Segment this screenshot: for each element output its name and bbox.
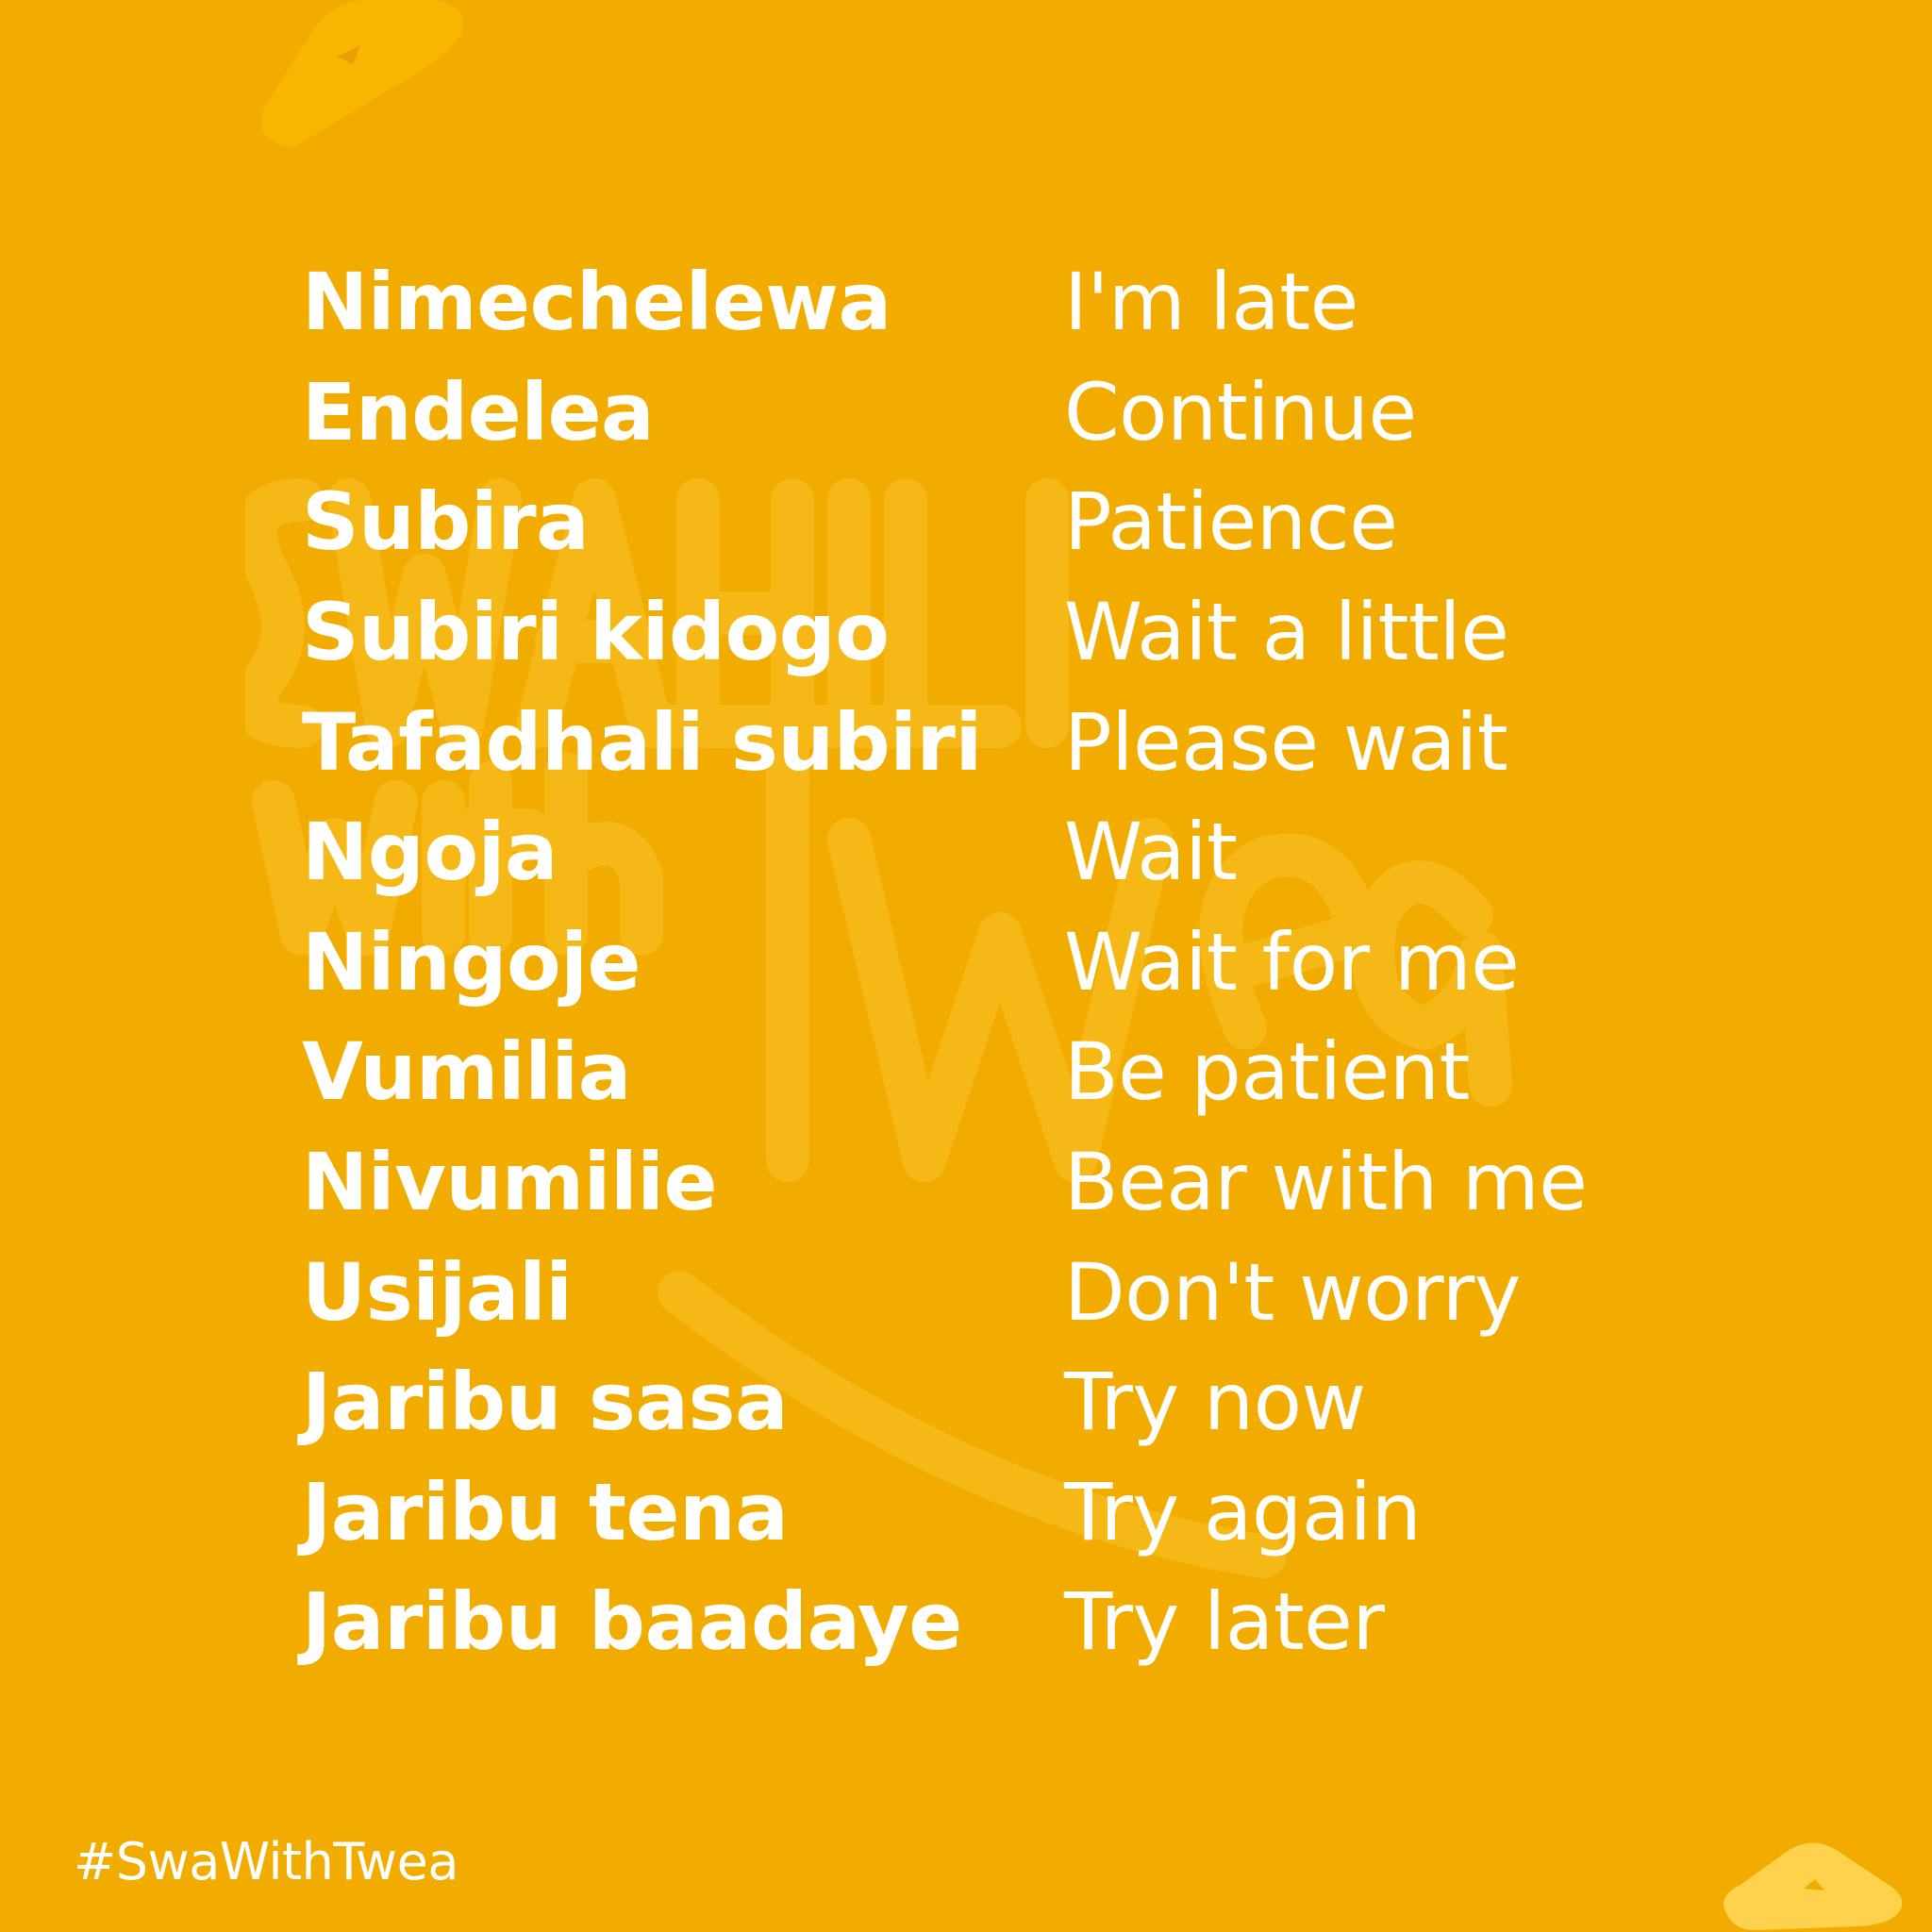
swahili-phrase: Vumilia <box>302 1025 631 1119</box>
swahili-phrase: Usijali <box>302 1245 573 1339</box>
vocab-row: Subira Patience <box>302 467 1717 577</box>
english-translation: Try again <box>1064 1465 1422 1558</box>
flashcard-canvas: Nimechelewa I'm late Endelea Continue Su… <box>0 0 1932 1932</box>
vocab-row: Ningoje Wait for me <box>302 908 1717 1018</box>
corner-decoration-top-icon <box>260 0 464 147</box>
english-translation: Wait <box>1064 806 1238 899</box>
vocab-row: Endelea Continue <box>302 358 1717 468</box>
english-translation: Don't worry <box>1064 1245 1521 1339</box>
swahili-phrase: Nimechelewa <box>302 256 891 349</box>
vocab-row: Jaribu baadaye Try later <box>302 1567 1717 1677</box>
swahili-phrase: Jaribu tena <box>302 1465 789 1558</box>
vocab-row: Vumilia Be patient <box>302 1017 1717 1127</box>
english-translation: Be patient <box>1064 1025 1470 1119</box>
corner-decoration-bottom-icon <box>1724 1842 1903 1930</box>
english-translation: Wait a little <box>1064 586 1509 679</box>
english-translation: Wait for me <box>1064 915 1520 1008</box>
english-translation: Try now <box>1064 1356 1366 1449</box>
swahili-phrase: Jaribu baadaye <box>302 1575 962 1669</box>
swahili-phrase: Tafadhali subiri <box>302 695 982 789</box>
hashtag-label: #SwaWithTwea <box>74 1832 458 1891</box>
english-translation: Patience <box>1064 475 1398 569</box>
swahili-phrase: Ngoja <box>302 806 558 899</box>
vocab-row: Tafadhali subiri Please wait <box>302 687 1717 797</box>
vocabulary-list: Nimechelewa I'm late Endelea Continue Su… <box>302 247 1717 1677</box>
swahili-phrase: Nivumilie <box>302 1136 718 1229</box>
swahili-phrase: Subiri kidogo <box>302 586 890 679</box>
vocab-row: Ngoja Wait <box>302 797 1717 908</box>
vocab-row: Jaribu sasa Try now <box>302 1347 1717 1457</box>
english-translation: Try later <box>1064 1575 1385 1669</box>
swahili-phrase: Endelea <box>302 365 655 458</box>
vocab-row: Usijali Don't worry <box>302 1237 1717 1347</box>
english-translation: I'm late <box>1064 256 1358 349</box>
swahili-phrase: Jaribu sasa <box>302 1356 789 1449</box>
english-translation: Please wait <box>1064 695 1508 789</box>
english-translation: Continue <box>1064 365 1417 458</box>
vocab-row: Jaribu tena Try again <box>302 1457 1717 1568</box>
vocab-row: Nivumilie Bear with me <box>302 1127 1717 1238</box>
vocab-row: Subiri kidogo Wait a little <box>302 577 1717 688</box>
vocab-row: Nimechelewa I'm late <box>302 247 1717 358</box>
swahili-phrase: Subira <box>302 475 590 569</box>
swahili-phrase: Ningoje <box>302 915 641 1008</box>
english-translation: Bear with me <box>1064 1136 1588 1229</box>
